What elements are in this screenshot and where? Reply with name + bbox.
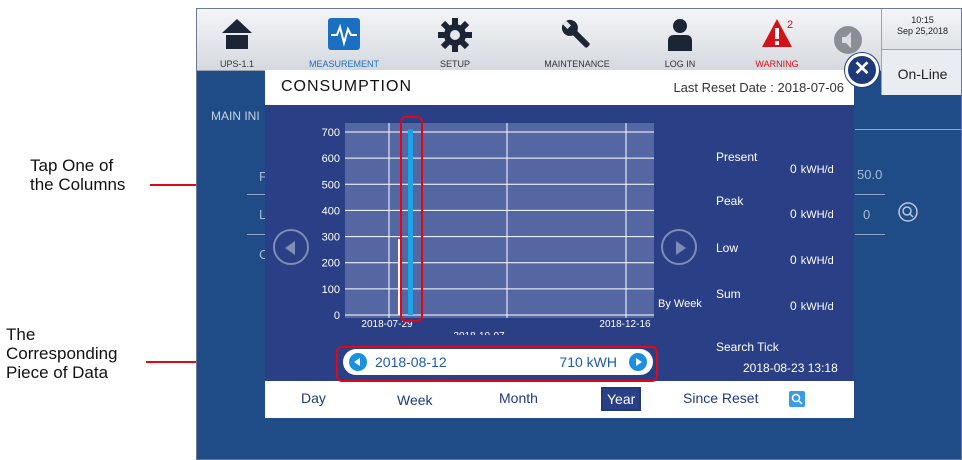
y-tick-label: 700 xyxy=(322,127,340,139)
stat-peak-number: 0 xyxy=(790,207,797,221)
clock-time: 10:15 xyxy=(911,15,934,25)
annotation-line-2: Corresponding xyxy=(6,344,118,363)
nav-measurement-label: MEASUREMENT xyxy=(308,59,379,69)
stat-sum-unit: kWH/d xyxy=(800,301,834,313)
mute-icon xyxy=(834,26,862,54)
chevron-right-icon xyxy=(676,241,686,255)
wrench-icon xyxy=(561,19,590,48)
user-icon xyxy=(668,19,692,51)
y-tick-label: 300 xyxy=(322,232,340,244)
chart-prev-button[interactable] xyxy=(273,229,309,265)
magnifier-icon xyxy=(791,393,803,405)
close-dialog-button[interactable]: ✕ xyxy=(845,53,879,87)
nav-warning[interactable]: 2 WARNING xyxy=(739,9,815,71)
x-tick-label: 2018-12-16 xyxy=(599,319,651,330)
consumption-chart: 0100200300400500600700 2018-07-292018-10… xyxy=(322,123,654,335)
chart-next-button[interactable] xyxy=(661,229,697,265)
nav-login[interactable]: LOG IN xyxy=(645,9,715,71)
bg-divider-1 xyxy=(247,194,267,195)
nav-maintenance-label: MAINTENANCE xyxy=(544,59,610,69)
stat-peak-label: Peak xyxy=(716,194,744,208)
home-icon xyxy=(222,19,252,49)
search-tick-value: 2018-08-23 13:18 xyxy=(743,361,838,375)
y-tick-label: 600 xyxy=(322,153,340,165)
highlight-selected-data xyxy=(336,346,658,382)
gear-icon xyxy=(438,18,472,52)
nav-setup-label: SETUP xyxy=(439,59,470,69)
stat-sum-value: 0 kWH/d xyxy=(790,299,834,313)
nav-ups-label: UPS-1.1 xyxy=(219,59,254,69)
nav-setup[interactable]: SETUP xyxy=(419,9,491,71)
bg-divider-3 xyxy=(855,129,961,130)
bg-divider-5 xyxy=(855,234,885,235)
y-tick-label: 400 xyxy=(322,205,340,217)
stat-low-label: Low xyxy=(716,241,739,255)
bg-divider-4 xyxy=(855,194,885,195)
search-tick-label: Search Tick xyxy=(716,340,779,354)
stat-peak-value: 0 kWH/d xyxy=(790,207,834,221)
consumption-panel: 0100200300400500600700 2018-07-292018-10… xyxy=(265,105,854,381)
chevron-left-icon xyxy=(285,241,295,255)
highlight-selected-column xyxy=(400,116,423,322)
search-icon[interactable] xyxy=(789,391,805,407)
y-tick-label: 200 xyxy=(322,258,340,270)
tab-month[interactable]: Month xyxy=(499,390,538,406)
close-icon: ✕ xyxy=(853,58,871,80)
annotation-line-1: The xyxy=(6,325,36,344)
nav-ups[interactable]: UPS-1.1 xyxy=(201,9,273,71)
y-tick-label: 0 xyxy=(334,310,340,322)
period-tabs: Day Week Month Year Since Reset xyxy=(265,382,854,418)
bg-divider-2 xyxy=(247,234,267,235)
annotation-corresponding-data: The Corresponding Piece of Data xyxy=(6,325,118,382)
stat-present-number: 0 xyxy=(790,162,797,176)
tab-since-reset[interactable]: Since Reset xyxy=(683,390,758,406)
y-tick-label: 100 xyxy=(322,284,340,296)
stat-peak-unit: kWH/d xyxy=(800,209,834,221)
nav-measurement[interactable]: MEASUREMENT xyxy=(302,9,386,71)
zoom-icon[interactable] xyxy=(897,201,921,225)
section-label: MAIN INI xyxy=(211,109,260,123)
tab-day[interactable]: Day xyxy=(301,390,326,406)
waveform-icon xyxy=(328,18,360,50)
bg-value-50: 50.0 xyxy=(857,167,883,182)
tab-week[interactable]: Week xyxy=(397,392,433,408)
stat-sum-number: 0 xyxy=(790,299,797,313)
warning-badge: 2 xyxy=(787,19,794,31)
tab-year[interactable]: Year xyxy=(601,387,642,411)
last-reset-date: Last Reset Date : 2018-07-06 xyxy=(673,80,844,95)
stat-low-value: 0 kWH/d xyxy=(790,253,834,267)
stat-present-value: 0 kWH/d xyxy=(790,162,834,176)
stat-present-unit: kWH/d xyxy=(800,164,834,176)
annotation-line-3: Piece of Data xyxy=(6,363,109,382)
x-tick-label: 2018-10-07 xyxy=(453,331,505,335)
annotation-line-2: the Columns xyxy=(30,175,126,194)
status-online: On-Line xyxy=(881,49,961,95)
nav-maintenance[interactable]: MAINTENANCE xyxy=(522,9,632,71)
clock: 10:15 Sep 25,2018 xyxy=(881,9,961,49)
stat-present-label: Present xyxy=(716,150,758,164)
y-tick-label: 500 xyxy=(322,179,340,191)
y-axis-ticks: 0 100 200 300 400 500 600 700 xyxy=(322,127,340,322)
annotation-tap-column: Tap One of the Columns xyxy=(30,156,125,194)
stat-low-unit: kWH/d xyxy=(800,255,834,267)
nav-warning-label: WARNING xyxy=(755,59,799,69)
by-week-label: By Week xyxy=(658,298,702,310)
nav-login-label: LOG IN xyxy=(664,59,696,69)
dialog-title: CONSUMPTION xyxy=(281,78,412,95)
bg-value-0: 0 xyxy=(863,207,871,222)
stat-low-number: 0 xyxy=(790,253,797,267)
annotation-line-1: Tap One of xyxy=(30,156,114,175)
clock-date: Sep 25,2018 xyxy=(896,26,949,36)
stat-sum-label: Sum xyxy=(716,287,741,301)
